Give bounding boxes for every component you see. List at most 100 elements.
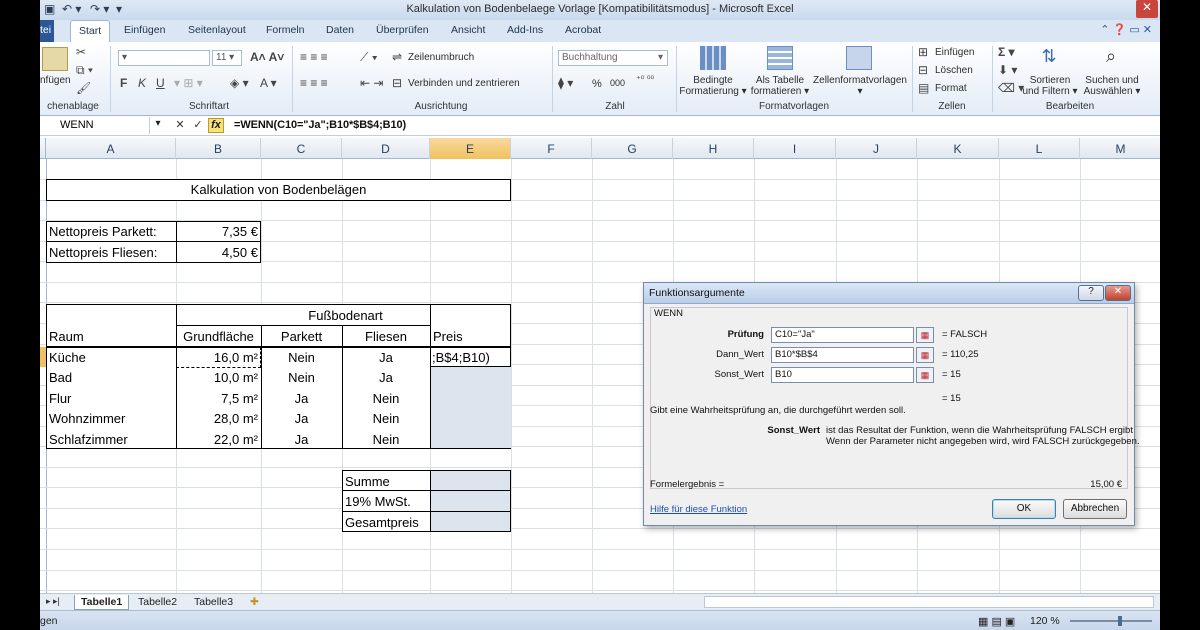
ok-button[interactable]: OK (992, 499, 1056, 519)
fill-icon[interactable]: ⬇ ▾ (998, 63, 1017, 77)
decimal-icons[interactable]: ⁺⁰ ⁰⁰ (636, 74, 654, 85)
sort-filter-icon[interactable]: ⇅ (1036, 46, 1062, 70)
col-header-b[interactable]: B (176, 138, 261, 159)
table-row-3-fliesen[interactable]: Nein (342, 391, 430, 406)
sheet-tab-2[interactable]: Tabelle2 (132, 595, 183, 610)
tab-formeln[interactable]: Formeln (266, 24, 305, 36)
zoom-level[interactable]: 120 % (1030, 615, 1060, 627)
sort-filter-button[interactable]: Sortieren und Filtern ▾ (1018, 75, 1082, 97)
cut-icon[interactable]: ✂ (76, 45, 86, 59)
tab-ansicht[interactable]: Ansicht (451, 24, 485, 36)
col-header-h[interactable]: H (673, 138, 754, 159)
price-label-fliesen[interactable]: Nettopreis Fliesen: (49, 245, 157, 260)
formula-input[interactable]: =WENN(C10="Ja";B10*$B$4;B10) (234, 119, 406, 131)
table-row-5-parkett[interactable]: Ja (261, 432, 342, 447)
table-row-5-flaeche[interactable]: 22,0 m² (176, 432, 258, 447)
table-row-4-flaeche[interactable]: 28,0 m² (176, 411, 258, 426)
tab-file[interactable]: tei (40, 20, 55, 42)
format-cells-icon[interactable]: ▤ (918, 81, 929, 95)
header-fussbodenart[interactable]: Fußbodenart (261, 308, 430, 323)
underline-button[interactable]: U (156, 76, 165, 90)
table-format-icon[interactable] (767, 46, 793, 70)
insert-function-icon[interactable]: fx (208, 118, 224, 133)
tab-daten[interactable]: Daten (326, 24, 354, 36)
paste-label[interactable]: nfügen (40, 75, 71, 86)
font-name-combo[interactable]: ▾ (118, 50, 210, 66)
col-header-j[interactable]: J (836, 138, 917, 159)
summary-label-mwst[interactable]: 19% MwSt. (345, 494, 411, 509)
dialog-close-button[interactable]: ✕ (1105, 285, 1131, 301)
header-parkett[interactable]: Parkett (261, 329, 342, 344)
table-row-3-flaeche[interactable]: 7,5 m² (176, 391, 258, 406)
font-size-combo[interactable]: 11 ▾ (212, 50, 242, 66)
sheet-tab-1[interactable]: Tabelle1 (74, 595, 130, 610)
tab-ueberpruefen[interactable]: Überprüfen (376, 24, 429, 36)
function-help-link[interactable]: Hilfe für diese Funktion (650, 504, 747, 515)
sheet-nav-icon[interactable]: ▸ ▸| (46, 596, 60, 607)
sheet-tab-3[interactable]: Tabelle3 (188, 595, 239, 610)
cancel-formula-icon[interactable]: ✕ (172, 118, 188, 133)
table-row-4-raum[interactable]: Wohnzimmer (49, 411, 125, 426)
arg-input-sonst-wert[interactable]: B10 (771, 367, 914, 383)
range-picker-icon[interactable]: ▦ (916, 347, 934, 363)
cancel-button[interactable]: Abbrechen (1063, 499, 1127, 519)
tab-seitenlayout[interactable]: Seitenlayout (188, 24, 246, 36)
find-select-button[interactable]: Suchen und Auswählen ▾ (1080, 75, 1144, 97)
table-row-5-raum[interactable]: Schlafzimmer (49, 432, 128, 447)
col-header-c[interactable]: C (261, 138, 342, 159)
sheet-title[interactable]: Kalkulation von Bodenbelägen (46, 182, 511, 197)
border-icon[interactable]: ▾ ⊞ ▾ (174, 76, 203, 90)
table-row-1-parkett[interactable]: Nein (261, 350, 342, 365)
tab-einfuegen[interactable]: Einfügen (124, 24, 165, 36)
table-row-2-parkett[interactable]: Nein (261, 370, 342, 385)
arg-input-pruefung[interactable]: C10="Ja" (771, 327, 914, 343)
copy-icon[interactable]: ⧉ ▾ (76, 63, 93, 78)
col-header-f[interactable]: F (511, 138, 592, 159)
delete-cells-icon[interactable]: ⊟ (918, 63, 928, 77)
table-row-2-fliesen[interactable]: Ja (342, 370, 430, 385)
new-sheet-icon[interactable]: ✚ (244, 595, 265, 610)
table-row-1-preis[interactable]: ;B$4;B10) (432, 350, 510, 365)
help-icon[interactable]: ⌃ ❓ ▭ ✕ (1100, 23, 1152, 36)
bold-button[interactable]: F (120, 76, 127, 90)
wrap-text-button[interactable]: Zeilenumbruch (408, 52, 474, 63)
tab-start[interactable]: Start (70, 20, 111, 43)
format-as-table-button[interactable]: Als Tabelle formatieren ▾ (745, 75, 815, 97)
price-label-parkett[interactable]: Nettopreis Parkett: (49, 224, 157, 239)
format-painter-icon[interactable]: 🖌 (76, 81, 91, 95)
col-header-m[interactable]: M (1080, 138, 1160, 159)
thousands-button[interactable]: 000 (610, 78, 625, 88)
autosum-icon[interactable]: Σ ▾ (998, 45, 1015, 59)
currency-icon[interactable]: ⧫ ▾ (558, 76, 573, 90)
orientation-icon[interactable]: ⟋ ▾ (360, 50, 378, 65)
grow-font-icon[interactable]: A˄ A˅ (250, 50, 284, 64)
table-row-2-raum[interactable]: Bad (49, 370, 72, 385)
find-select-icon[interactable]: ⌕ (1098, 46, 1124, 70)
cell-styles-icon[interactable] (846, 46, 872, 70)
tab-acrobat[interactable]: Acrobat (565, 24, 601, 36)
table-row-1-raum[interactable]: Küche (49, 350, 86, 365)
paste-icon[interactable] (42, 47, 68, 71)
indent-icon[interactable]: ⇤ ⇥ (360, 76, 383, 90)
price-value-parkett[interactable]: 7,35 € (176, 224, 258, 239)
col-header-k[interactable]: K (917, 138, 999, 159)
merge-center-button[interactable]: Verbinden und zentrieren (408, 78, 520, 89)
dialog-help-button[interactable]: ? (1078, 285, 1104, 301)
enter-formula-icon[interactable]: ✓ (190, 118, 206, 133)
italic-button[interactable]: K (138, 76, 146, 90)
align-left-icon[interactable]: ≡ ≡ ≡ (300, 76, 328, 90)
col-header-l[interactable]: L (999, 138, 1080, 159)
table-row-4-parkett[interactable]: Ja (261, 411, 342, 426)
close-window-icon[interactable]: ✕ (1136, 0, 1158, 18)
name-box-dropdown-icon[interactable]: ▾ (150, 118, 166, 133)
merge-icon[interactable]: ⊟ (392, 76, 402, 90)
table-row-3-raum[interactable]: Flur (49, 391, 71, 406)
insert-cells-icon[interactable]: ⊞ (918, 45, 928, 59)
header-raum[interactable]: Raum (49, 329, 84, 344)
number-format-combo[interactable]: Buchhaltung ▾ (558, 50, 668, 66)
table-row-3-parkett[interactable]: Ja (261, 391, 342, 406)
fill-color-icon[interactable]: ◈ ▾ (230, 76, 249, 90)
arg-input-dann-wert[interactable]: B10*$B$4 (771, 347, 914, 363)
tab-addins[interactable]: Add-Ins (507, 24, 543, 36)
table-row-5-fliesen[interactable]: Nein (342, 432, 430, 447)
